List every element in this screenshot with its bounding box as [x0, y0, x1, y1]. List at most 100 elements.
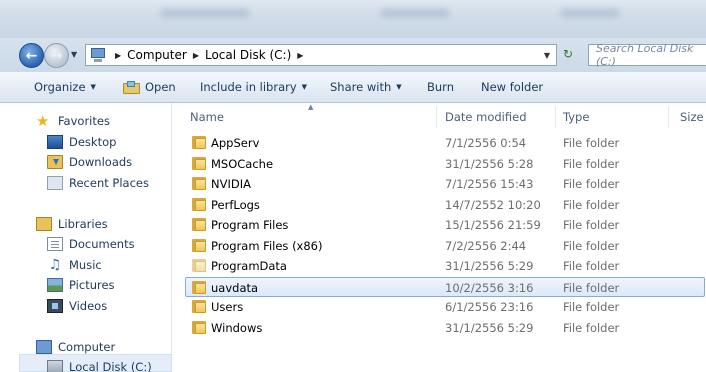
file-date-modified: 14/7/2552 10:20 — [445, 197, 541, 212]
file-type: File folder — [563, 238, 620, 253]
nav-computer[interactable]: Computer — [36, 340, 115, 354]
share-with-button[interactable]: Share with ▼ — [330, 80, 402, 94]
chevron-right-icon[interactable]: ▶ — [115, 51, 121, 60]
file-row[interactable]: AppServ 7/1/2556 0:54 File folder — [186, 133, 706, 153]
chevron-right-icon[interactable]: ▶ — [297, 51, 303, 60]
forward-button[interactable]: → — [44, 43, 69, 68]
column-date-label: Date modified — [445, 110, 527, 124]
folder-icon — [192, 259, 206, 272]
file-row[interactable]: Windows 31/1/2556 5:29 File folder — [186, 318, 706, 338]
file-row[interactable]: Users 6/1/2556 23:16 File folder — [186, 297, 706, 317]
nav-local-disk-label: Local Disk (C:) — [69, 360, 152, 372]
back-button[interactable]: ← — [19, 43, 44, 68]
nav-music[interactable]: ♫ Music — [47, 258, 102, 272]
column-header-size[interactable]: Size — [680, 110, 704, 124]
file-row[interactable]: Program Files (x86) 7/2/2556 2:44 File fol… — [186, 236, 706, 256]
burn-button[interactable]: Burn — [427, 80, 454, 94]
nav-documents-label: Documents — [69, 237, 135, 251]
address-history-dropdown-icon[interactable]: ▼ — [544, 51, 550, 60]
organize-label: Organize — [34, 80, 86, 94]
folder-icon — [192, 320, 206, 334]
share-with-label: Share with — [330, 80, 392, 94]
open-label: Open — [145, 80, 176, 94]
nav-documents[interactable]: Documents — [47, 237, 135, 251]
file-date-modified: 31/1/2556 5:28 — [445, 156, 534, 171]
pictures-icon — [47, 278, 63, 292]
address-bar[interactable]: ▶ Computer ▶ Local Disk (C:) ▶ ▼ — [85, 44, 557, 66]
command-bar: Organize ▼ Open Include in library ▼ Share… — [0, 72, 706, 103]
column-header-name[interactable]: Name — [190, 110, 224, 124]
file-date-modified: 7/2/2556 2:44 — [445, 238, 527, 253]
new-folder-button[interactable]: New folder — [481, 80, 543, 94]
open-folder-icon — [123, 80, 141, 94]
organize-button[interactable]: Organize ▼ — [34, 80, 96, 94]
column-divider[interactable] — [436, 106, 437, 128]
nav-recent-places[interactable]: Recent Places — [47, 176, 149, 190]
chevron-down-icon: ▼ — [90, 83, 96, 91]
nav-downloads[interactable]: Downloads — [47, 155, 132, 169]
folder-icon — [192, 177, 206, 190]
nav-desktop-label: Desktop — [69, 135, 117, 149]
open-button[interactable]: Open — [123, 80, 176, 94]
file-row[interactable]: PerfLogs 14/7/2552 10:20 File folder — [186, 195, 706, 215]
file-row[interactable]: NVIDIA 7/1/2556 15:43 File folder — [186, 174, 706, 194]
file-name: Windows — [211, 320, 263, 335]
file-name: NVIDIA — [211, 177, 251, 191]
window-title-bar — [0, 0, 706, 38]
documents-icon — [47, 237, 63, 251]
nav-desktop[interactable]: Desktop — [47, 135, 116, 149]
videos-icon — [47, 299, 63, 313]
nav-libraries[interactable]: Libraries — [36, 217, 108, 231]
file-date-modified: 6/1/2556 23:16 — [445, 300, 534, 314]
nav-favorites[interactable]: ★ Favorites — [36, 114, 110, 129]
file-name: ProgramData — [211, 259, 287, 273]
nav-pictures[interactable]: Pictures — [47, 278, 115, 292]
burn-label: Burn — [427, 80, 454, 94]
file-name: Program Files — [211, 218, 289, 232]
chevron-right-icon[interactable]: ▶ — [193, 51, 199, 60]
nav-pictures-label: Pictures — [69, 278, 115, 292]
chevron-down-icon: ▼ — [301, 83, 308, 91]
folder-icon — [192, 156, 206, 170]
file-name: uavdata — [211, 280, 259, 295]
file-type: File folder — [563, 197, 620, 212]
nav-favorites-label: Favorites — [58, 114, 110, 128]
file-type: File folder — [563, 136, 620, 150]
breadcrumb-local-disk[interactable]: Local Disk (C:) — [205, 48, 291, 62]
nav-videos[interactable]: Videos — [47, 299, 107, 313]
column-divider[interactable] — [555, 106, 556, 128]
column-divider[interactable] — [668, 106, 669, 128]
file-date-modified: 7/1/2556 0:54 — [445, 136, 527, 150]
sort-ascending-icon: ▲ — [308, 103, 314, 111]
computer-icon — [89, 47, 109, 63]
file-type: File folder — [563, 300, 620, 314]
column-header-type[interactable]: Type — [563, 110, 589, 124]
column-header-date-modified[interactable]: Date modified — [445, 110, 527, 124]
file-type: File folder — [563, 218, 620, 232]
nav-downloads-label: Downloads — [69, 155, 133, 169]
file-row[interactable]: uavdata 10/2/2556 3:16 File folder — [185, 276, 705, 297]
recent-pages-dropdown-icon[interactable]: ▼ — [71, 50, 77, 59]
music-note-icon: ♫ — [48, 257, 62, 273]
file-row[interactable]: MSOCache 31/1/2556 5:28 File folder — [186, 154, 706, 174]
include-in-library-label: Include in library — [200, 80, 297, 94]
refresh-icon[interactable]: ↻ — [563, 47, 573, 61]
nav-videos-label: Videos — [69, 299, 108, 313]
folder-icon — [192, 136, 206, 149]
downloads-icon — [47, 155, 63, 169]
nav-libraries-label: Libraries — [58, 217, 108, 231]
search-input[interactable]: Search Local Disk (C:) — [588, 42, 706, 68]
folder-icon — [192, 300, 206, 313]
file-row[interactable]: Program Files 15/1/2556 21:59 File folder — [186, 215, 706, 235]
file-row[interactable]: ProgramData 31/1/2556 5:29 File folder — [186, 256, 706, 276]
chevron-down-icon: ▼ — [396, 83, 402, 91]
column-size-label: Size — [680, 110, 704, 124]
nav-recent-places-label: Recent Places — [69, 176, 149, 190]
file-date-modified: 31/1/2556 5:29 — [445, 320, 534, 335]
nav-local-disk[interactable]: Local Disk (C:) — [47, 360, 152, 372]
file-name: MSOCache — [211, 156, 274, 171]
include-in-library-button[interactable]: Include in library ▼ — [200, 80, 307, 94]
file-date-modified: 31/1/2556 5:29 — [445, 259, 534, 273]
file-type: File folder — [563, 280, 620, 295]
breadcrumb-computer[interactable]: Computer — [127, 48, 187, 62]
